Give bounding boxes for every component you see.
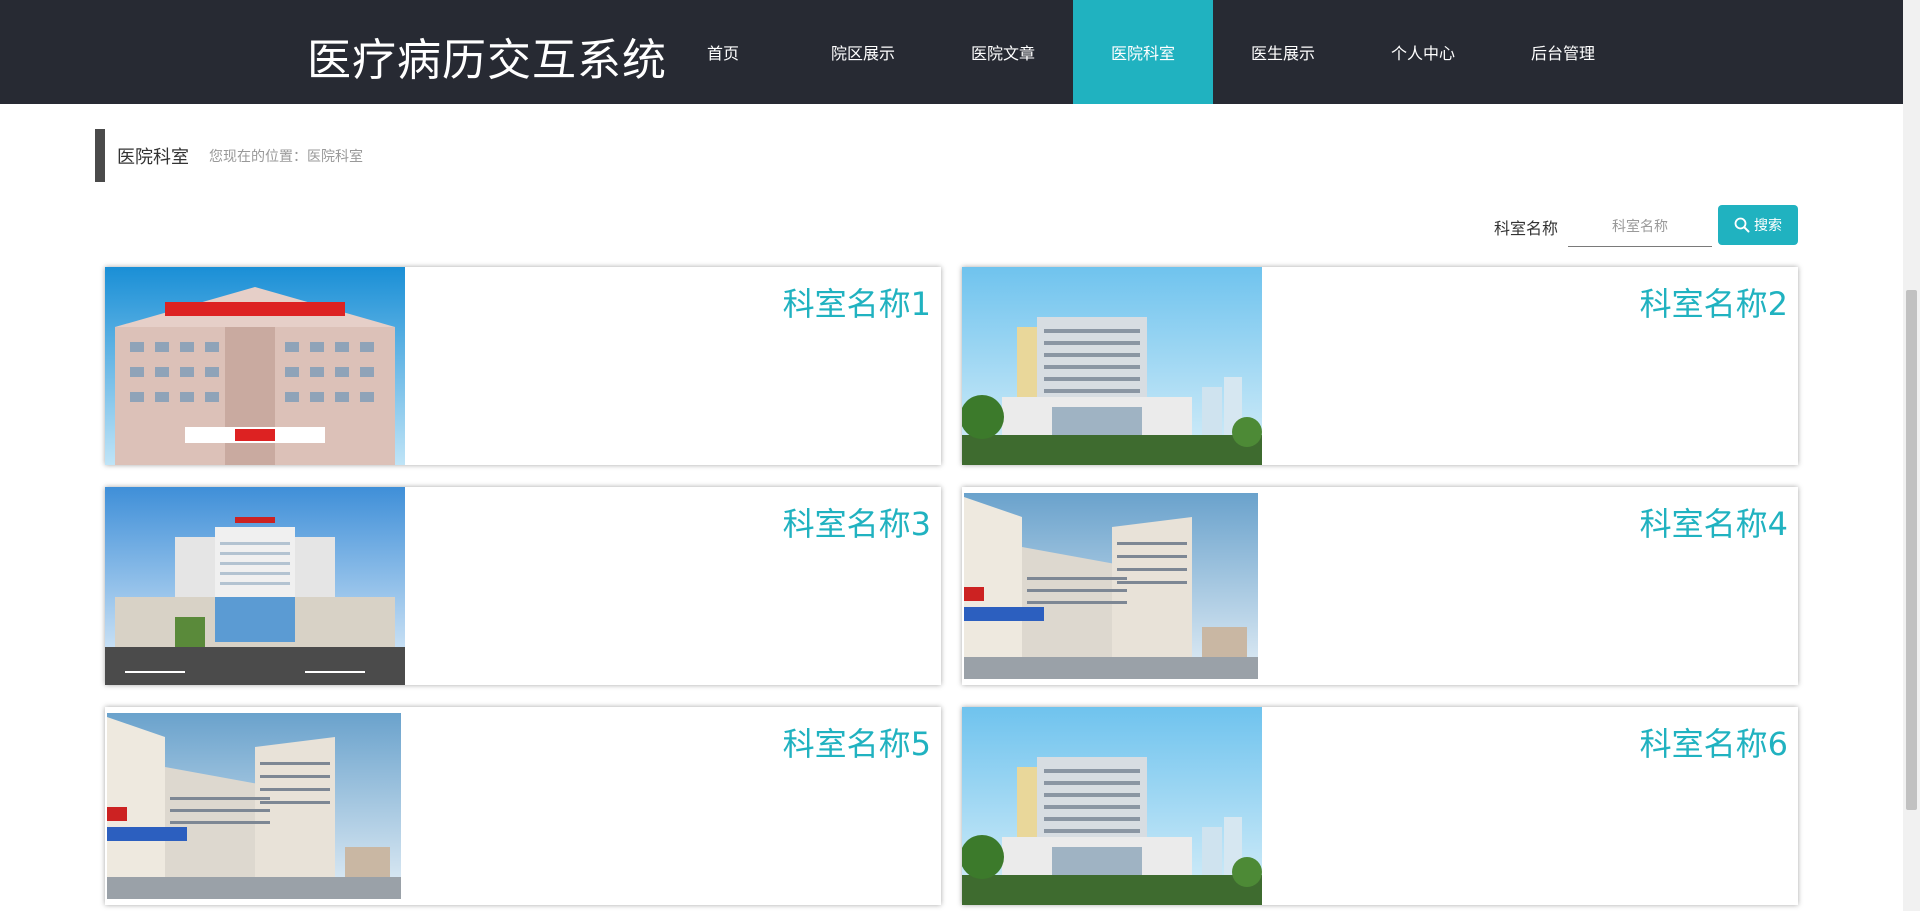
department-card[interactable]: 科室名称6	[962, 707, 1798, 905]
breadcrumb-accent-bar	[95, 129, 105, 182]
department-photo[interactable]	[962, 267, 1262, 465]
search-button[interactable]: 搜索	[1718, 205, 1798, 245]
department-search-input[interactable]	[1568, 206, 1712, 247]
page-title: 医院科室	[117, 146, 189, 168]
breadcrumb: 医院科室 您现在的位置：医院科室	[95, 129, 425, 182]
nav-item-articles[interactable]: 医院文章	[933, 0, 1073, 104]
nav-item-admin[interactable]: 后台管理	[1493, 0, 1633, 104]
top-header: 医疗病历交互系统 首页 院区展示 医院文章 医院科室 医生展示 个人中心 后台管…	[0, 0, 1903, 104]
scrollbar-thumb[interactable]	[1906, 290, 1917, 810]
department-photo[interactable]	[962, 487, 1262, 685]
department-name[interactable]: 科室名称5	[783, 719, 931, 765]
department-name[interactable]: 科室名称1	[783, 279, 931, 325]
search-button-label: 搜索	[1754, 218, 1782, 234]
department-name[interactable]: 科室名称3	[783, 499, 931, 545]
department-photo[interactable]	[105, 487, 405, 685]
main-nav: 首页 院区展示 医院文章 医院科室 医生展示 个人中心 后台管理	[653, 0, 1633, 104]
nav-item-home[interactable]: 首页	[653, 0, 793, 104]
search-icon	[1734, 217, 1750, 233]
nav-item-departments[interactable]: 医院科室	[1073, 0, 1213, 104]
search-label: 科室名称	[1494, 219, 1559, 238]
department-card[interactable]: 科室名称5	[105, 707, 941, 905]
department-photo[interactable]	[105, 707, 405, 905]
nav-item-personal-center[interactable]: 个人中心	[1353, 0, 1493, 104]
department-name[interactable]: 科室名称6	[1640, 719, 1788, 765]
department-photo[interactable]	[962, 707, 1262, 905]
nav-item-doctors[interactable]: 医生展示	[1213, 0, 1353, 104]
department-name[interactable]: 科室名称4	[1640, 499, 1788, 545]
department-name[interactable]: 科室名称2	[1640, 279, 1788, 325]
site-logo-title[interactable]: 医疗病历交互系统	[307, 24, 667, 88]
breadcrumb-location: 您现在的位置：医院科室	[209, 148, 363, 165]
department-card[interactable]: 科室名称2	[962, 267, 1798, 465]
department-photo[interactable]	[105, 267, 405, 465]
department-card[interactable]: 科室名称4	[962, 487, 1798, 685]
nav-item-campus[interactable]: 院区展示	[793, 0, 933, 104]
department-card[interactable]: 科室名称3	[105, 487, 941, 685]
department-card[interactable]: 科室名称1	[105, 267, 941, 465]
